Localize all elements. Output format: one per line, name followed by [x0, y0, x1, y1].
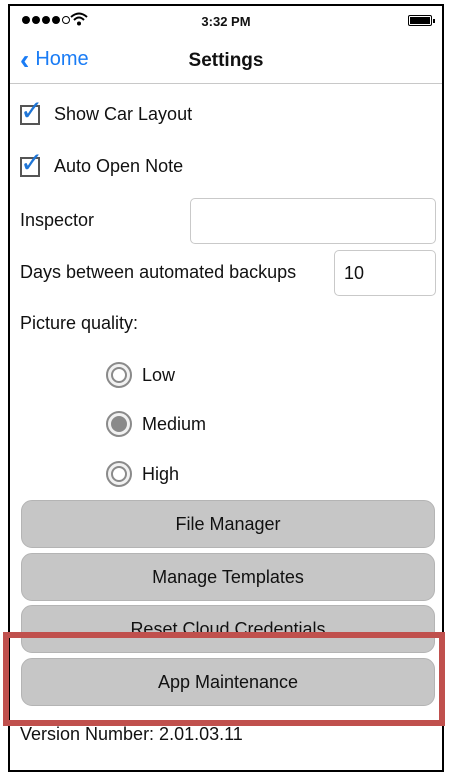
inspector-input[interactable]	[190, 198, 436, 244]
version-number: Version Number: 2.01.03.11	[20, 724, 243, 744]
auto-open-note-label: Auto Open Note	[54, 156, 184, 176]
battery-icon	[408, 15, 435, 26]
show-car-layout-row[interactable]: ✓ Show Car Layout	[20, 96, 193, 125]
manage-templates-button[interactable]: Manage Templates	[21, 553, 435, 601]
quality-high-label: High	[142, 463, 180, 484]
picture-quality-label: Picture quality:	[20, 313, 139, 333]
show-car-layout-label: Show Car Layout	[54, 104, 193, 124]
quality-low-label: Low	[142, 364, 176, 385]
file-manager-button[interactable]: File Manager	[21, 500, 435, 548]
checkmark-icon: ✓	[20, 94, 44, 126]
status-time: 3:32 PM	[201, 14, 251, 29]
picture-quality-label-row: Picture quality:	[20, 313, 138, 334]
inspector-label: Inspector	[20, 210, 95, 230]
status-bar: 3:32 PM	[10, 6, 442, 36]
checkmark-icon: ✓	[20, 146, 44, 178]
radio-low[interactable]	[106, 362, 132, 388]
reset-cloud-credentials-button[interactable]: Reset Cloud Credentials	[21, 605, 435, 653]
backup-days-label: Days between automated backups	[20, 262, 297, 282]
backup-days-label-row: Days between automated backups	[20, 262, 296, 283]
phone-screen: 3:32 PM ‹ Home Settings ✓ Show Car Layou…	[8, 4, 444, 772]
quality-option-high[interactable]: High	[106, 461, 179, 487]
quality-option-low[interactable]: Low	[106, 362, 175, 388]
page-title: Settings	[188, 50, 264, 71]
navigation-bar: ‹ Home Settings	[10, 36, 442, 84]
quality-option-medium[interactable]: Medium	[106, 411, 206, 437]
show-car-layout-checkbox[interactable]: ✓	[20, 96, 43, 125]
inspector-label-row: Inspector	[20, 210, 94, 231]
quality-medium-label: Medium	[142, 413, 207, 434]
app-maintenance-button[interactable]: App Maintenance	[21, 658, 435, 706]
backup-days-input[interactable]: 10	[334, 250, 436, 296]
radio-medium[interactable]	[106, 411, 132, 437]
radio-high[interactable]	[106, 461, 132, 487]
auto-open-note-checkbox[interactable]: ✓	[20, 148, 43, 177]
auto-open-note-row[interactable]: ✓ Auto Open Note	[20, 148, 184, 177]
